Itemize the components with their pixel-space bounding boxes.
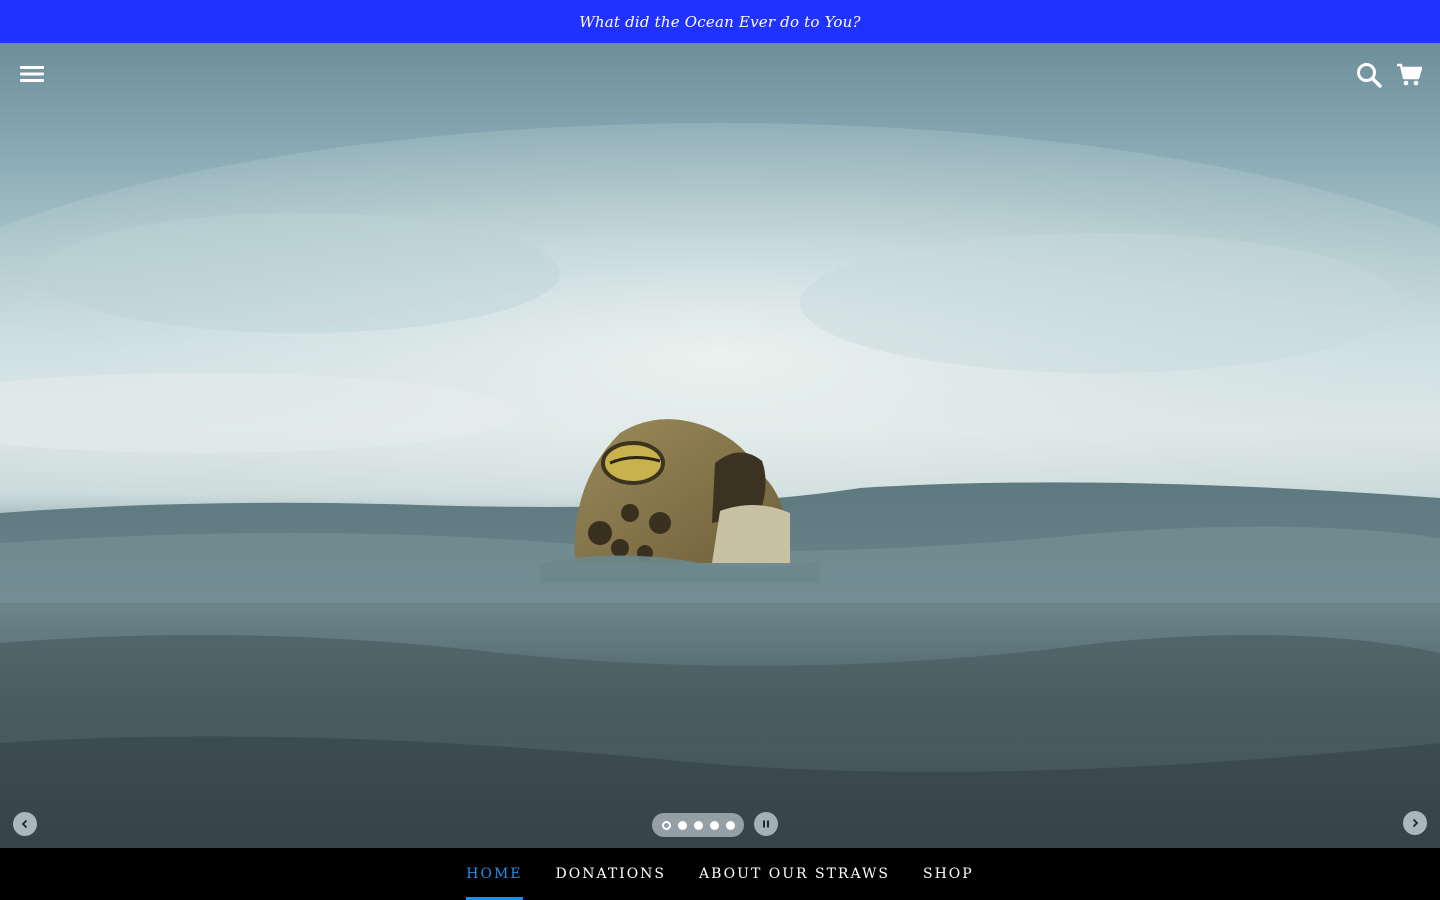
slide-dot-2[interactable] xyxy=(677,820,687,830)
announcement-text: What did the Ocean Ever do to You? xyxy=(579,12,861,31)
slide-indicators xyxy=(652,813,744,837)
hero-image xyxy=(0,123,1440,848)
nav-item-shop[interactable]: SHOP xyxy=(923,848,974,900)
pause-icon xyxy=(763,820,769,828)
pause-slideshow-button[interactable] xyxy=(754,812,778,836)
main-navigation: HOME DONATIONS ABOUT OUR STRAWS SHOP xyxy=(0,848,1440,900)
cart-icon xyxy=(1397,63,1422,86)
chevron-right-icon xyxy=(1412,818,1419,828)
slide-dot-1[interactable] xyxy=(661,820,671,830)
nav-item-donations[interactable]: DONATIONS xyxy=(556,848,666,900)
slide-dot-5[interactable] xyxy=(725,820,735,830)
announcement-bar: What did the Ocean Ever do to You? xyxy=(0,0,1440,43)
slide-dot-3[interactable] xyxy=(693,820,703,830)
cart-button[interactable] xyxy=(1390,56,1428,94)
previous-slide-button[interactable] xyxy=(13,812,37,836)
menu-button[interactable] xyxy=(14,56,50,92)
search-button[interactable] xyxy=(1350,56,1388,94)
hero-slideshow xyxy=(0,43,1440,848)
hamburger-menu-icon xyxy=(20,66,44,82)
next-slide-button[interactable] xyxy=(1403,811,1427,835)
search-icon xyxy=(1357,63,1382,88)
chevron-left-icon xyxy=(21,819,28,829)
nav-item-home[interactable]: HOME xyxy=(466,848,523,900)
nav-item-about-our-straws[interactable]: ABOUT OUR STRAWS xyxy=(699,848,890,900)
slide-dot-4[interactable] xyxy=(709,820,719,830)
